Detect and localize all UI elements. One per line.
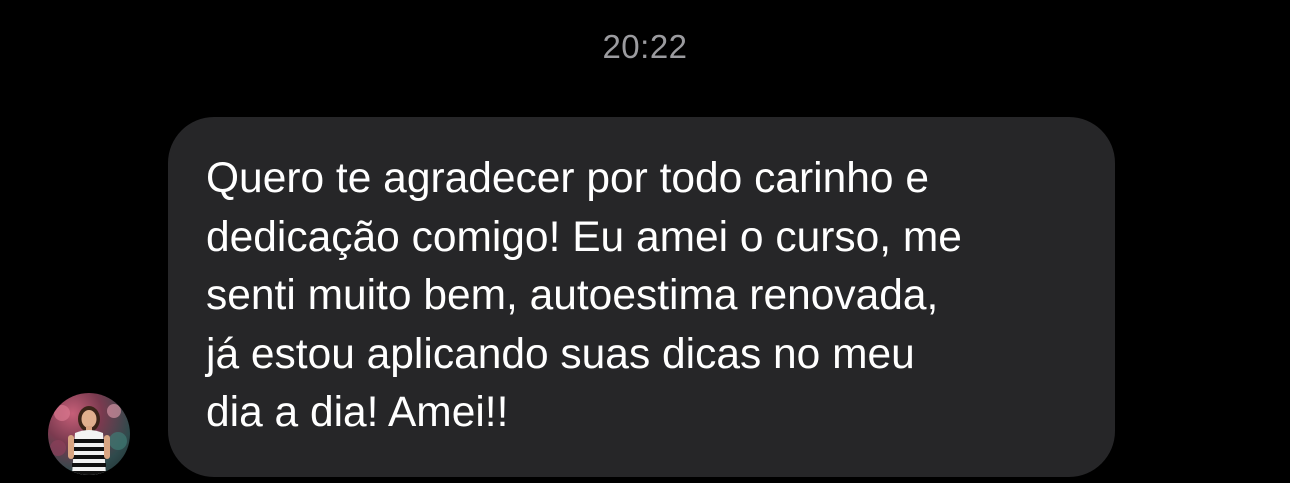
message-timestamp: 20:22 [602, 28, 688, 65]
user-avatar-photo-icon [50, 404, 127, 475]
message-text: Quero te agradecer por todo carinho e de… [206, 155, 962, 436]
contact-avatar[interactable] [48, 393, 130, 475]
message-bubble[interactable]: Quero te agradecer por todo carinho e de… [168, 117, 1115, 477]
